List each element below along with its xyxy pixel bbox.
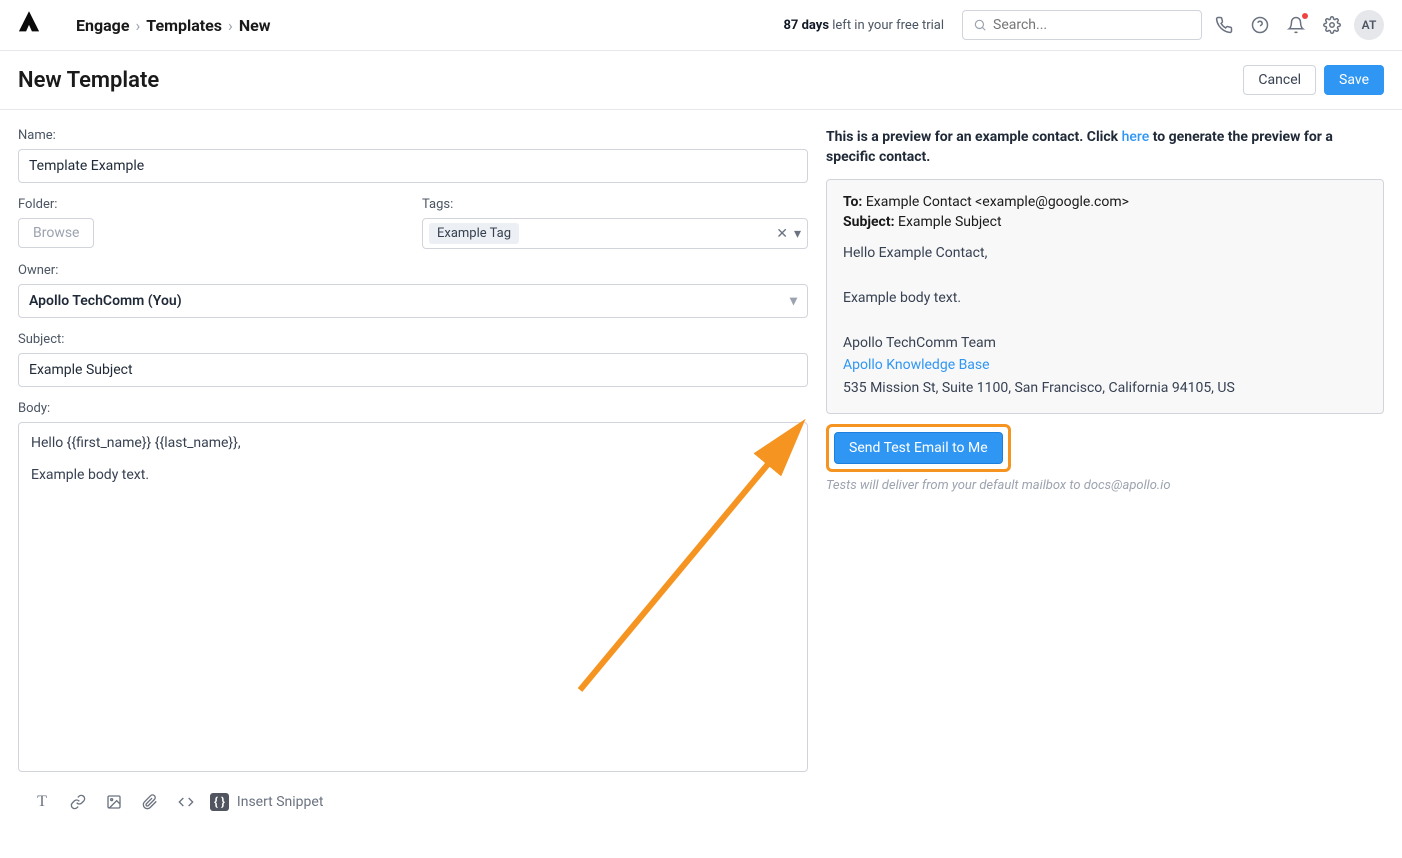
subject-label: Subject: [18, 332, 808, 347]
chevron-down-icon: ▾ [790, 293, 797, 309]
preview-signature-link[interactable]: Apollo Knowledge Base [843, 357, 990, 373]
name-label: Name: [18, 128, 808, 143]
preview-notice-text-1: This is a preview for an example contact… [826, 129, 1122, 145]
trial-days: 87 days [783, 18, 829, 33]
owner-label: Owner: [18, 263, 808, 278]
breadcrumb-item-new[interactable]: New [239, 16, 271, 35]
trial-text: left in your free trial [829, 18, 944, 33]
chevron-right-icon: › [228, 16, 233, 35]
cancel-button[interactable]: Cancel [1243, 65, 1316, 95]
text-format-icon[interactable]: T [30, 790, 54, 814]
page-header: New Template Cancel Save [0, 51, 1402, 110]
clear-tags-icon[interactable]: ✕ [776, 226, 788, 242]
app-logo[interactable] [18, 11, 40, 39]
preview-signature-team: Apollo TechComm Team [843, 332, 1367, 354]
folder-label: Folder: [18, 197, 404, 212]
breadcrumb: Engage › Templates › New [76, 16, 271, 35]
snippet-icon: { } [210, 793, 229, 811]
settings-icon[interactable] [1318, 11, 1346, 39]
preview-body: Hello Example Contact, Example body text… [843, 242, 1367, 399]
send-test-email-button[interactable]: Send Test Email to Me [834, 432, 1003, 464]
trial-notice: 87 days left in your free trial [783, 18, 944, 33]
preview-to-value: Example Contact <example@google.com> [862, 194, 1129, 210]
body-label: Body: [18, 401, 808, 416]
help-icon[interactable] [1246, 11, 1274, 39]
owner-select[interactable]: Apollo TechComm (You) ▾ [18, 284, 808, 318]
chevron-right-icon: › [135, 16, 140, 35]
avatar-initials: AT [1362, 18, 1377, 32]
preview-subject-value: Example Subject [895, 214, 1002, 230]
save-button[interactable]: Save [1324, 65, 1384, 95]
chevron-down-icon[interactable]: ▾ [794, 226, 801, 242]
avatar[interactable]: AT [1354, 10, 1384, 40]
preview-subject-row: Subject: Example Subject [843, 214, 1367, 230]
preview-here-link[interactable]: here [1122, 129, 1150, 145]
breadcrumb-item-templates[interactable]: Templates [146, 16, 222, 35]
subject-input[interactable] [18, 353, 808, 387]
body-editor[interactable]: Hello {{first_name}} {{last_name}}, Exam… [18, 422, 808, 772]
tags-input[interactable]: Example Tag ✕ ▾ [422, 218, 808, 249]
attachment-icon[interactable] [138, 790, 162, 814]
owner-value: Apollo TechComm (You) [29, 293, 182, 309]
editor-toolbar: T { } Insert Snippet [18, 776, 808, 816]
notification-icon[interactable] [1282, 11, 1310, 39]
breadcrumb-item-engage[interactable]: Engage [76, 16, 129, 35]
insert-snippet-button[interactable]: { } Insert Snippet [210, 793, 323, 811]
browse-button[interactable]: Browse [18, 218, 94, 248]
preview-body-text: Example body text. [843, 287, 1367, 309]
preview-box: To: Example Contact <example@google.com>… [826, 179, 1384, 414]
tags-label: Tags: [422, 197, 808, 212]
preview-to-label: To: [843, 194, 862, 210]
search-input-wrap[interactable] [962, 10, 1202, 40]
image-icon[interactable] [102, 790, 126, 814]
code-icon[interactable] [174, 790, 198, 814]
preview-subject-label: Subject: [843, 214, 895, 230]
insert-snippet-label: Insert Snippet [237, 794, 324, 810]
top-bar: Engage › Templates › New 87 days left in… [0, 0, 1402, 51]
search-input[interactable] [993, 17, 1191, 33]
name-input[interactable] [18, 149, 808, 183]
page-title: New Template [18, 68, 159, 93]
phone-icon[interactable] [1210, 11, 1238, 39]
preview-address: 535 Mission St, Suite 1100, San Francisc… [843, 377, 1367, 399]
test-delivery-note: Tests will deliver from your default mai… [826, 478, 1384, 493]
link-icon[interactable] [66, 790, 90, 814]
preview-to-row: To: Example Contact <example@google.com> [843, 194, 1367, 210]
send-test-highlight: Send Test Email to Me [826, 424, 1011, 472]
preview-greeting: Hello Example Contact, [843, 242, 1367, 264]
search-icon [973, 18, 987, 32]
preview-notice: This is a preview for an example contact… [826, 128, 1384, 167]
tag-chip[interactable]: Example Tag [429, 223, 519, 244]
